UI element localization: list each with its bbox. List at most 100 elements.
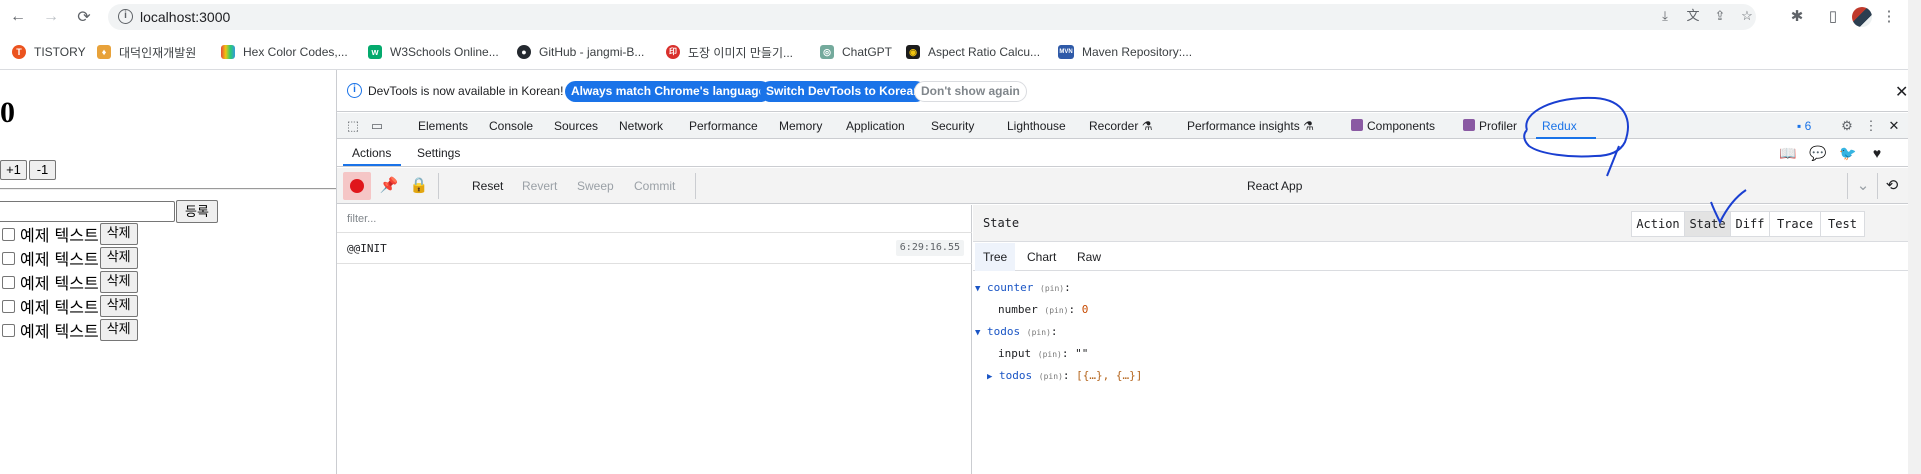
todo-checkbox[interactable] <box>2 227 15 241</box>
profile-avatar[interactable] <box>1852 7 1872 27</box>
install-app-icon[interactable]: ⤓ <box>1658 9 1672 23</box>
add-todo-button[interactable]: 등록 <box>176 200 218 223</box>
todo-input[interactable] <box>0 201 175 222</box>
tab-components[interactable]: Components <box>1351 119 1435 133</box>
action-filter-input[interactable]: filter... <box>337 205 972 233</box>
bookmark-w3schools[interactable]: w W3Schools Online... <box>368 43 499 61</box>
todo-text: 예제 텍스트 <box>20 226 99 245</box>
back-icon[interactable]: ← <box>8 7 28 27</box>
bookmark-daedeok[interactable]: ♦ 대덕인재개발원 <box>97 43 196 61</box>
address-bar[interactable]: i localhost:3000 <box>108 4 1756 30</box>
react-icon <box>1463 119 1475 131</box>
todo-checkbox[interactable] <box>2 323 15 337</box>
pin-link[interactable]: (pin) <box>1044 306 1068 315</box>
tab-profiler[interactable]: Profiler <box>1463 119 1517 133</box>
decrement-button[interactable]: -1 <box>29 160 56 180</box>
record-button[interactable] <box>343 172 371 200</box>
site-info-icon[interactable]: i <box>118 9 133 24</box>
share-icon[interactable]: ⇪ <box>1713 9 1727 23</box>
tab-network[interactable]: Network <box>619 119 663 133</box>
subtab-settings[interactable]: Settings <box>417 146 460 160</box>
view-tab-tree[interactable]: Tree <box>975 243 1016 271</box>
tab-memory[interactable]: Memory <box>779 119 822 133</box>
subtab-actions[interactable]: Actions <box>352 146 391 160</box>
todo-checkbox[interactable] <box>2 275 15 289</box>
action-list-item[interactable]: @@INIT 6:29:16.55 <box>337 233 972 264</box>
inspect-element-icon[interactable]: ⬚ <box>345 118 361 134</box>
todo-checkbox[interactable] <box>2 299 15 313</box>
todo-checkbox[interactable] <box>2 251 15 265</box>
bookmark-star-icon[interactable]: ☆ <box>1740 9 1754 23</box>
tree-node-todos-list[interactable]: ▶ todos (pin): [{…}, {…}] <box>987 369 1142 382</box>
pin-icon[interactable]: 📌 <box>379 176 399 196</box>
chat-icon[interactable]: 💬 <box>1809 144 1827 162</box>
twitter-icon[interactable]: 🐦 <box>1839 144 1857 162</box>
expand-triangle-icon[interactable]: ▼ <box>975 328 980 338</box>
tab-console[interactable]: Console <box>489 119 533 133</box>
page-scrollbar[interactable] <box>1908 0 1921 474</box>
commit-button[interactable]: Commit <box>634 179 675 193</box>
tab-performance-insights[interactable]: Performance insights ⚗ <box>1187 119 1314 133</box>
dont-show-again-button[interactable]: Don't show again <box>914 81 1027 102</box>
tree-value: "" <box>1075 347 1089 360</box>
delete-todo-button[interactable]: 삭제 <box>99 271 138 293</box>
mode-action-button[interactable]: Action <box>1631 211 1685 237</box>
pin-link[interactable]: (pin) <box>1039 372 1063 381</box>
revert-button[interactable]: Revert <box>522 179 557 193</box>
bookmark-hexcolor[interactable]: Hex Color Codes,... <box>221 43 348 61</box>
sync-icon[interactable]: ⟲ <box>1882 176 1902 196</box>
tab-recorder[interactable]: Recorder ⚗ <box>1089 119 1152 133</box>
more-menu-icon[interactable]: ⋮ <box>1863 118 1879 134</box>
bookmark-tistory[interactable]: T TISTORY <box>12 43 86 61</box>
delete-todo-button[interactable]: 삭제 <box>99 319 138 341</box>
mode-test-button[interactable]: Test <box>1820 211 1865 237</box>
extensions-icon[interactable]: ✱ <box>1788 8 1806 26</box>
collapse-triangle-icon[interactable]: ▶ <box>987 372 992 382</box>
heart-icon[interactable]: ♥ <box>1868 144 1886 162</box>
delete-todo-button[interactable]: 삭제 <box>99 247 138 269</box>
bookmark-chatgpt[interactable]: ◎ ChatGPT <box>820 43 892 61</box>
book-icon[interactable]: 📖 <box>1779 144 1797 162</box>
view-tab-raw[interactable]: Raw <box>1069 243 1109 271</box>
side-panel-icon[interactable]: ▯ <box>1824 8 1842 26</box>
bookmark-github[interactable]: ● GitHub - jangmi-B... <box>517 43 644 61</box>
bookmark-stamp[interactable]: 印 도장 이미지 만들기... <box>666 43 793 61</box>
chrome-menu-icon[interactable]: ⋮ <box>1880 8 1898 26</box>
sweep-button[interactable]: Sweep <box>577 179 614 193</box>
chevron-down-icon[interactable]: ⌄ <box>1853 176 1873 196</box>
switch-korean-button[interactable]: Switch DevTools to Korean <box>760 81 927 102</box>
tab-elements[interactable]: Elements <box>418 119 468 133</box>
reload-icon[interactable]: ⟳ <box>74 7 94 27</box>
bookmark-maven[interactable]: MVN Maven Repository:... <box>1058 43 1192 61</box>
gear-icon[interactable]: ⚙ <box>1839 118 1855 134</box>
bookmark-aspectratio[interactable]: ◉ Aspect Ratio Calcu... <box>906 43 1040 61</box>
tree-node-counter[interactable]: ▼ counter (pin): <box>975 281 1071 294</box>
instance-selector[interactable]: React App <box>1247 179 1302 193</box>
mode-trace-button[interactable]: Trace <box>1769 211 1821 237</box>
tree-node-todos[interactable]: ▼ todos (pin): <box>975 325 1058 338</box>
increment-button[interactable]: +1 <box>0 160 27 180</box>
view-tab-chart[interactable]: Chart <box>1019 243 1064 271</box>
device-toolbar-icon[interactable]: ▭ <box>369 118 385 134</box>
pin-link[interactable]: (pin) <box>1038 350 1062 359</box>
expand-triangle-icon[interactable]: ▼ <box>975 284 980 294</box>
pin-link[interactable]: (pin) <box>1040 284 1064 293</box>
delete-todo-button[interactable]: 삭제 <box>99 223 138 245</box>
lock-icon[interactable]: 🔒 <box>409 176 429 196</box>
translate-icon[interactable]: 文 <box>1686 9 1700 23</box>
tab-sources[interactable]: Sources <box>554 119 598 133</box>
tab-application[interactable]: Application <box>846 119 905 133</box>
forward-icon[interactable]: → <box>41 7 61 27</box>
close-icon[interactable]: ✕ <box>1895 82 1908 102</box>
delete-todo-button[interactable]: 삭제 <box>99 295 138 317</box>
tab-security[interactable]: Security <box>931 119 974 133</box>
todo-text: 예제 텍스트 <box>20 322 99 341</box>
pin-link[interactable]: (pin) <box>1027 328 1051 337</box>
tab-performance[interactable]: Performance <box>689 119 758 133</box>
bookmark-label: 도장 이미지 만들기... <box>688 45 793 60</box>
issues-badge[interactable]: ▪ 6 <box>1797 119 1811 133</box>
reset-button[interactable]: Reset <box>472 179 503 193</box>
close-devtools-icon[interactable]: ✕ <box>1886 118 1902 134</box>
match-language-button[interactable]: Always match Chrome's language <box>565 81 772 102</box>
tab-lighthouse[interactable]: Lighthouse <box>1007 119 1066 133</box>
